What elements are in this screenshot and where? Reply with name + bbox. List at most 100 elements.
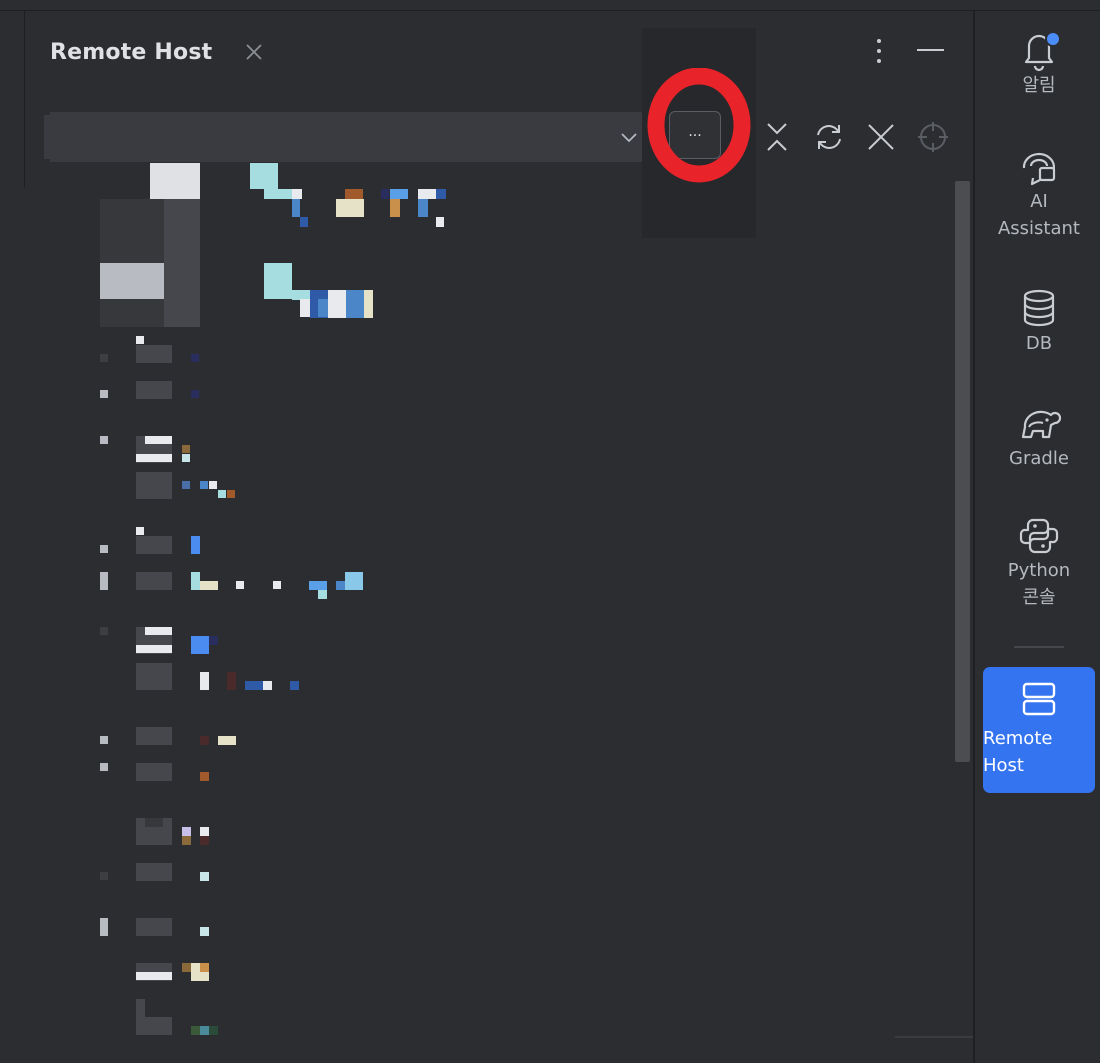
pixelated-block xyxy=(328,290,346,318)
pixelated-block xyxy=(309,581,327,590)
pixelated-block xyxy=(273,581,281,589)
sidebar-item-notifications[interactable]: 알림 xyxy=(983,28,1095,99)
folder-icon xyxy=(136,663,172,690)
locate-icon[interactable] xyxy=(916,120,950,154)
pixelated-block xyxy=(191,390,199,398)
refresh-icon[interactable] xyxy=(812,120,846,154)
python-icon xyxy=(1019,518,1059,554)
pixelated-block xyxy=(145,436,172,444)
pixelated-block xyxy=(250,163,278,189)
collapse-all-icon[interactable] xyxy=(760,120,794,154)
pixelated-block xyxy=(300,217,308,227)
tree-row-toggle[interactable] xyxy=(100,627,108,635)
pixelated-block xyxy=(164,199,200,327)
pixelated-block xyxy=(436,217,444,227)
pixelated-block xyxy=(390,199,400,217)
folder-icon xyxy=(136,472,172,499)
pixelated-block xyxy=(292,189,302,199)
tree-row-toggle[interactable] xyxy=(100,354,108,362)
pixelated-block xyxy=(191,1026,200,1035)
pixelated-block xyxy=(100,263,164,299)
pixelated-block xyxy=(191,636,209,654)
tree-row-toggle[interactable] xyxy=(100,763,108,771)
window-top-border xyxy=(0,10,1100,11)
chevron-down-icon[interactable] xyxy=(616,124,642,150)
sidebar-item-db[interactable]: DB xyxy=(983,288,1095,357)
pixelated-block xyxy=(200,827,209,836)
sidebar-item-remote-host[interactable]: Remote Host xyxy=(983,667,1095,793)
sidebar-item-label: Remote Host xyxy=(983,728,1053,776)
folder-icon xyxy=(136,763,172,781)
pixelated-block xyxy=(390,189,408,199)
pixelated-block xyxy=(200,963,209,972)
tree-row-toggle[interactable] xyxy=(100,572,108,590)
sidebar-item-label: Python 콘솔 xyxy=(1007,560,1071,608)
pixelated-block xyxy=(200,672,209,690)
remote-host-icon xyxy=(1022,682,1056,716)
tree-row-toggle[interactable] xyxy=(100,872,108,880)
pixelated-block xyxy=(182,481,190,489)
notification-badge xyxy=(1045,31,1061,47)
sidebar-item-gradle[interactable]: Gradle xyxy=(983,403,1095,472)
host-select[interactable] xyxy=(50,112,646,162)
sidebar-item-label: 알림 xyxy=(1022,75,1056,96)
pixelated-block xyxy=(200,481,208,489)
pixelated-block xyxy=(336,581,345,590)
sidebar-item-label: Gradle xyxy=(1009,448,1069,469)
pixelated-block xyxy=(136,972,172,980)
folder-icon xyxy=(136,345,172,363)
sidebar-item-python-console[interactable]: Python 콘솔 xyxy=(983,515,1095,611)
pixelated-block xyxy=(345,189,363,199)
panel-divider[interactable] xyxy=(973,10,975,1063)
tree-row-toggle[interactable] xyxy=(100,918,108,936)
folder-icon xyxy=(136,536,172,554)
pixelated-block xyxy=(145,627,172,635)
left-edge-border xyxy=(24,10,25,188)
pixelated-block xyxy=(200,836,209,845)
tree-row-toggle[interactable] xyxy=(100,545,108,553)
more-options-icon[interactable] xyxy=(866,36,892,66)
pixelated-block xyxy=(346,290,364,318)
panel-title: Remote Host xyxy=(50,40,213,65)
annotation-circle-mark xyxy=(647,67,752,183)
sidebar-item-ai-assistant[interactable]: AI Assistant xyxy=(983,146,1095,242)
pixelated-block xyxy=(182,963,191,972)
close-tab-icon[interactable] xyxy=(240,38,268,66)
pixelated-block xyxy=(200,927,209,936)
tree-row-toggle[interactable] xyxy=(100,736,108,744)
pixelated-block xyxy=(264,189,292,199)
pixelated-block xyxy=(145,818,163,827)
disconnect-icon[interactable] xyxy=(864,120,898,154)
pixelated-block xyxy=(364,290,373,318)
pixelated-block xyxy=(318,299,328,317)
pixelated-block xyxy=(200,581,218,590)
pixelated-block xyxy=(218,490,226,498)
pixelated-block xyxy=(245,681,263,690)
vertical-scrollbar[interactable] xyxy=(955,181,970,762)
ai-assistant-icon xyxy=(1022,152,1056,186)
pixelated-block xyxy=(182,827,191,836)
pixelated-block xyxy=(182,454,190,462)
pixelated-block xyxy=(100,299,164,327)
pixelated-block xyxy=(100,199,164,263)
pixelated-block xyxy=(318,590,327,599)
tree-row-toggle[interactable] xyxy=(100,390,108,398)
folder-icon xyxy=(136,727,172,745)
folder-icon xyxy=(136,572,172,590)
gradle-icon xyxy=(1021,410,1061,439)
pixelated-block xyxy=(200,1026,209,1035)
pixelated-block xyxy=(191,572,200,590)
folder-icon xyxy=(136,918,172,936)
pixelated-block xyxy=(264,263,292,299)
pixelated-block xyxy=(150,163,200,199)
minimize-icon[interactable] xyxy=(917,49,944,51)
pixelated-block xyxy=(336,199,364,217)
pixelated-block xyxy=(227,672,236,690)
pixelated-block xyxy=(182,445,190,453)
pixelated-block xyxy=(136,645,172,653)
pixelated-block xyxy=(136,454,172,462)
pixelated-block xyxy=(136,527,144,535)
pixelated-block xyxy=(418,199,428,217)
folder-icon xyxy=(136,863,172,881)
tree-row-toggle[interactable] xyxy=(100,436,108,444)
